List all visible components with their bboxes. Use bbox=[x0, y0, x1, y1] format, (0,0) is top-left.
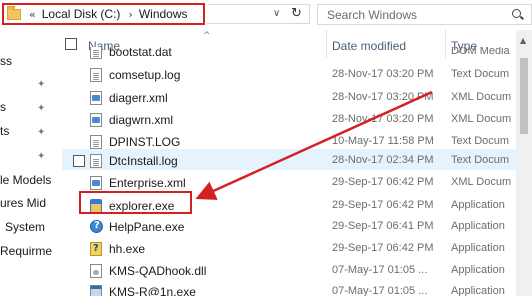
table-row[interactable]: HelpPane.exe 29-Sep-17 06:41 PM Applicat… bbox=[62, 216, 532, 237]
help-icon bbox=[90, 220, 103, 233]
file-date: 28-Nov-17 02:34 PM bbox=[332, 154, 434, 166]
table-row[interactable]: comsetup.log 28-Nov-17 03:20 PM Text Doc… bbox=[62, 64, 532, 85]
table-row[interactable]: KMS-R@1n.exe 07-May-17 01:05 ... Applica… bbox=[62, 281, 532, 296]
table-row[interactable]: diagwrn.xml 28-Nov-17 03:20 PM XML Docum bbox=[62, 109, 532, 130]
file-type: XML Docum bbox=[451, 91, 512, 103]
address-bar[interactable]: « Local Disk (C:) › Windows bbox=[2, 3, 205, 25]
nav-item[interactable]: ts bbox=[0, 124, 9, 144]
file-type: Text Docum bbox=[451, 68, 510, 80]
nav-item[interactable]: System bbox=[5, 220, 45, 240]
xml-icon bbox=[90, 176, 102, 190]
table-row-selected[interactable]: DtcInstall.log 28-Nov-17 02:34 PM Text D… bbox=[62, 149, 532, 170]
pin-icon[interactable]: ✦ bbox=[37, 151, 46, 162]
file-type: Application bbox=[451, 199, 505, 211]
file-type: Text Docum bbox=[451, 154, 510, 166]
address-dropdown-icon[interactable]: ∨ bbox=[273, 8, 280, 19]
refresh-button[interactable]: ↻ bbox=[291, 6, 302, 21]
exe-icon bbox=[90, 285, 102, 296]
hh-icon bbox=[90, 242, 102, 256]
file-date: 29-Sep-17 06:42 PM bbox=[332, 176, 434, 188]
address-bar-row: « Local Disk (C:) › Windows ∨ ↻ bbox=[0, 0, 532, 30]
table-row[interactable]: Enterprise.xml 29-Sep-17 06:42 PM XML Do… bbox=[62, 172, 532, 193]
file-type: DOM Media bbox=[451, 47, 510, 57]
table-row[interactable]: diagerr.xml 28-Nov-17 03:20 PM XML Docum bbox=[62, 87, 532, 108]
file-type: Application bbox=[451, 220, 505, 232]
file-name: HelpPane.exe bbox=[109, 220, 185, 234]
nav-item[interactable]: s bbox=[0, 100, 6, 120]
pin-icon[interactable]: ✦ bbox=[37, 103, 46, 114]
file-name: KMS-QADhook.dll bbox=[109, 264, 207, 278]
file-name: hh.exe bbox=[109, 242, 146, 256]
file-date: 29-Sep-17 06:42 PM bbox=[332, 242, 434, 254]
document-icon bbox=[90, 154, 102, 168]
folder-icon bbox=[7, 5, 21, 20]
dll-icon bbox=[90, 264, 102, 278]
breadcrumb-windows[interactable]: Windows bbox=[139, 7, 188, 21]
pin-icon[interactable]: ✦ bbox=[37, 127, 46, 138]
file-name: diagwrn.xml bbox=[109, 113, 174, 127]
file-name: diagerr.xml bbox=[109, 91, 168, 105]
nav-item[interactable]: ures Mid bbox=[0, 196, 46, 216]
table-row[interactable]: KMS-QADhook.dll 07-May-17 01:05 ... Appl… bbox=[62, 260, 532, 281]
file-name: DPINST.LOG bbox=[109, 135, 181, 149]
navigation-pane: ss ✦ s ✦ ts ✦ ✦ le Models ures Mid Syste… bbox=[0, 30, 62, 296]
document-icon bbox=[90, 47, 102, 59]
file-name: Enterprise.xml bbox=[109, 176, 186, 190]
document-icon bbox=[90, 135, 102, 149]
file-name: bootstat.dat bbox=[109, 47, 172, 59]
file-date: 28-Nov-17 03:20 PM bbox=[332, 91, 434, 103]
search-icon[interactable] bbox=[512, 9, 521, 18]
file-type: XML Docum bbox=[451, 113, 512, 125]
file-date: 29-Sep-17 06:42 PM bbox=[332, 199, 434, 211]
vertical-scrollbar[interactable]: ▲ bbox=[516, 30, 532, 296]
file-date: 10-May-17 11:58 PM bbox=[332, 135, 434, 147]
search-input[interactable] bbox=[327, 8, 507, 22]
search-box[interactable] bbox=[317, 4, 532, 25]
table-row[interactable]: hh.exe 29-Sep-17 06:42 PM Application bbox=[62, 238, 532, 259]
highlight-box-explorer bbox=[79, 191, 192, 214]
row-checkbox[interactable] bbox=[73, 155, 85, 167]
file-date: 28-Nov-17 03:20 PM bbox=[332, 68, 434, 80]
file-type: Text Docum bbox=[451, 135, 510, 147]
file-type: XML Docum bbox=[451, 176, 512, 188]
breadcrumb-overflow-button[interactable]: « bbox=[29, 8, 36, 21]
nav-item[interactable]: ss bbox=[0, 54, 12, 74]
table-row[interactable]: bootstat.dat DOM Media bbox=[62, 47, 532, 62]
file-name: comsetup.log bbox=[109, 68, 181, 82]
file-type: Application bbox=[451, 285, 505, 296]
file-type: Application bbox=[451, 264, 505, 276]
sort-ascending-icon: ^ bbox=[203, 31, 211, 41]
xml-icon bbox=[90, 91, 102, 105]
file-name: KMS-R@1n.exe bbox=[109, 285, 196, 296]
file-name: DtcInstall.log bbox=[109, 154, 178, 168]
file-date: 29-Sep-17 06:41 PM bbox=[332, 220, 434, 232]
file-list: bootstat.dat DOM Media comsetup.log 28-N… bbox=[62, 47, 532, 296]
xml-icon bbox=[90, 113, 102, 127]
scroll-thumb[interactable] bbox=[520, 58, 528, 134]
breadcrumb-separator-icon[interactable]: › bbox=[128, 8, 132, 21]
file-date: 07-May-17 01:05 ... bbox=[332, 285, 428, 296]
breadcrumb-local-disk[interactable]: Local Disk (C:) bbox=[42, 7, 121, 21]
pin-icon[interactable]: ✦ bbox=[37, 79, 46, 90]
file-date: 28-Nov-17 03:20 PM bbox=[332, 113, 434, 125]
nav-item[interactable]: Requirme bbox=[0, 244, 52, 264]
scroll-up-icon[interactable]: ▲ bbox=[520, 36, 526, 45]
file-date: 07-May-17 01:05 ... bbox=[332, 264, 428, 276]
document-icon bbox=[90, 68, 102, 82]
file-type: Application bbox=[451, 242, 505, 254]
nav-item[interactable]: le Models bbox=[0, 173, 51, 193]
